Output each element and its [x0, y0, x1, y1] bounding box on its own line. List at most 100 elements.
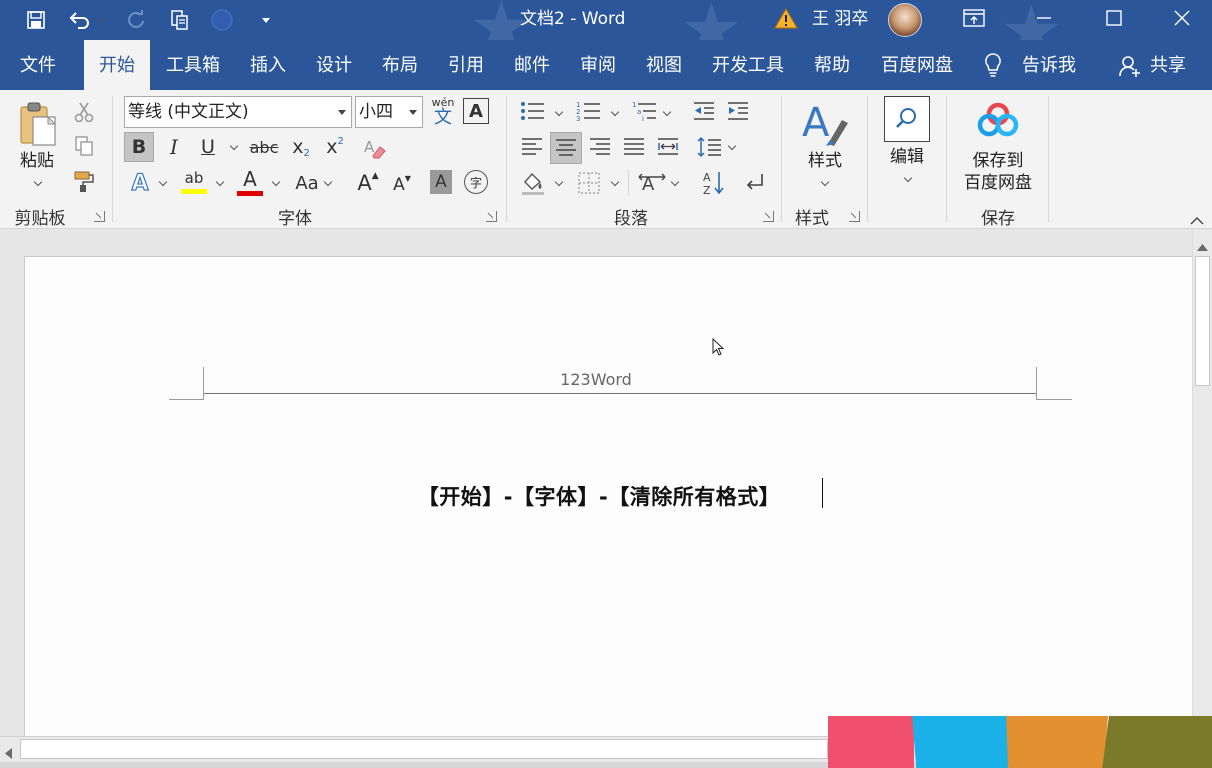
bullets-icon[interactable]: [518, 98, 548, 124]
tab-layout[interactable]: 布局: [370, 40, 430, 90]
font-size-dropdown-icon[interactable]: [409, 110, 417, 115]
font-color-dropdown-icon[interactable]: [271, 178, 281, 188]
chinese-layout-dropdown-icon[interactable]: [670, 178, 680, 188]
italic-button[interactable]: I: [160, 132, 188, 162]
warning-icon[interactable]: [774, 7, 798, 31]
editing-search-icon[interactable]: [884, 96, 930, 142]
change-case-button[interactable]: Aa: [290, 168, 324, 198]
enclose-characters-button[interactable]: 字: [464, 170, 488, 194]
tab-mailings[interactable]: 邮件: [502, 40, 562, 90]
phonetic-guide-icon[interactable]: wén 文: [429, 96, 457, 128]
save-icon[interactable]: [18, 0, 54, 40]
paste-icon[interactable]: [12, 98, 64, 152]
tab-design[interactable]: 设计: [304, 40, 364, 90]
subscript-button[interactable]: x2: [286, 132, 316, 162]
tab-references[interactable]: 引用: [436, 40, 496, 90]
font-name-combo[interactable]: 等线 (中文正文): [124, 96, 352, 128]
scroll-up-icon[interactable]: [1197, 236, 1208, 255]
vertical-scrollbar[interactable]: [1192, 230, 1212, 736]
minimize-icon[interactable]: [1010, 0, 1078, 36]
circle-shape-icon[interactable]: [204, 0, 240, 40]
underline-button[interactable]: U: [194, 132, 222, 162]
tab-toolbox[interactable]: 工具箱: [158, 40, 228, 90]
distributed-icon[interactable]: [654, 132, 682, 162]
align-center-icon[interactable]: [550, 132, 582, 164]
font-size-combo[interactable]: 小四: [355, 96, 423, 128]
maximize-icon[interactable]: [1080, 0, 1148, 36]
tell-me-search[interactable]: 告诉我: [1014, 40, 1084, 90]
highlight-button[interactable]: ab: [178, 166, 210, 198]
page-header-text[interactable]: 123Word: [1, 370, 1191, 389]
clear-formatting-icon[interactable]: A: [360, 134, 388, 162]
superscript-button[interactable]: x2: [320, 132, 350, 162]
paragraph-launcher-icon[interactable]: [763, 211, 774, 222]
styles-dropdown-icon[interactable]: [820, 178, 830, 188]
strikethrough-button[interactable]: abc: [248, 132, 280, 162]
show-paragraph-marks-icon[interactable]: [740, 168, 768, 198]
styles-launcher-icon[interactable]: [849, 211, 860, 222]
cut-icon[interactable]: [72, 100, 96, 124]
tab-baidu-netdisk[interactable]: 百度网盘: [872, 40, 962, 90]
customize-qat-icon[interactable]: [248, 0, 284, 40]
chinese-layout-icon[interactable]: A: [636, 168, 668, 198]
close-icon[interactable]: [1148, 0, 1212, 36]
editing-dropdown-icon[interactable]: [903, 174, 913, 184]
align-right-icon[interactable]: [586, 132, 614, 162]
text-effects-button[interactable]: A: [126, 168, 154, 198]
line-spacing-dropdown-icon[interactable]: [727, 142, 737, 152]
highlight-dropdown-icon[interactable]: [215, 178, 225, 188]
shading-dropdown-icon[interactable]: [554, 178, 564, 188]
decrease-indent-icon[interactable]: [690, 98, 718, 124]
share-button[interactable]: 共享: [1144, 40, 1192, 90]
collapse-ribbon-icon[interactable]: [1190, 211, 1204, 225]
justify-icon[interactable]: [620, 132, 648, 162]
character-shading-button[interactable]: A: [430, 170, 452, 194]
character-border-icon[interactable]: A: [463, 98, 489, 124]
numbering-dropdown-icon[interactable]: [610, 108, 620, 118]
numbering-icon[interactable]: 123: [574, 98, 604, 124]
tab-developer[interactable]: 开发工具: [702, 40, 794, 90]
bullets-dropdown-icon[interactable]: [554, 108, 564, 118]
bold-button[interactable]: B: [124, 132, 154, 162]
tab-insert[interactable]: 插入: [238, 40, 298, 90]
shading-icon[interactable]: [518, 168, 548, 198]
save-to-label-2[interactable]: 百度网盘: [958, 172, 1038, 194]
tab-file[interactable]: 文件: [6, 40, 70, 90]
save-to-label-1[interactable]: 保存到: [958, 150, 1038, 172]
clipboard-launcher-icon[interactable]: [94, 211, 105, 222]
line-spacing-icon[interactable]: [694, 132, 724, 162]
grow-font-button[interactable]: A ▲: [354, 168, 382, 198]
tab-help[interactable]: 帮助: [802, 40, 862, 90]
styles-gallery-icon[interactable]: A: [798, 98, 852, 148]
sort-icon[interactable]: AZ: [698, 168, 726, 198]
font-name-dropdown-icon[interactable]: [338, 110, 346, 115]
tab-review[interactable]: 审阅: [568, 40, 628, 90]
text-effects-dropdown-icon[interactable]: [158, 178, 168, 188]
horizontal-scroll-thumb[interactable]: [20, 739, 828, 759]
share-person-icon[interactable]: [1118, 54, 1142, 82]
copy-icon[interactable]: [72, 134, 96, 158]
lightbulb-icon[interactable]: [982, 52, 1004, 82]
user-name[interactable]: 王 羽卒: [812, 0, 868, 40]
avatar[interactable]: [888, 3, 922, 37]
underline-dropdown-icon[interactable]: [229, 142, 239, 152]
format-painter-icon[interactable]: [70, 168, 98, 194]
scroll-left-icon[interactable]: [4, 744, 12, 763]
borders-dropdown-icon[interactable]: [610, 178, 620, 188]
multilevel-list-icon[interactable]: 1ai: [630, 98, 660, 124]
document-page[interactable]: 123Word 【开始】-【字体】-【清除所有格式】: [24, 256, 1192, 736]
multilevel-list-dropdown-icon[interactable]: [662, 108, 672, 118]
font-color-button[interactable]: A: [234, 166, 266, 198]
paste-dropdown-icon[interactable]: [33, 178, 43, 188]
borders-icon[interactable]: [574, 168, 604, 198]
align-left-icon[interactable]: [518, 132, 546, 162]
baidu-netdisk-icon[interactable]: [974, 100, 1022, 140]
tab-home[interactable]: 开始: [84, 40, 150, 90]
shrink-font-button[interactable]: A ▼: [388, 170, 416, 200]
change-case-dropdown-icon[interactable]: [323, 178, 333, 188]
increase-indent-icon[interactable]: [724, 98, 752, 124]
editing-label[interactable]: 编辑: [878, 146, 936, 168]
tab-view[interactable]: 视图: [634, 40, 694, 90]
vertical-scroll-thumb[interactable]: [1195, 256, 1210, 386]
undo-dropdown-icon[interactable]: [88, 0, 114, 40]
